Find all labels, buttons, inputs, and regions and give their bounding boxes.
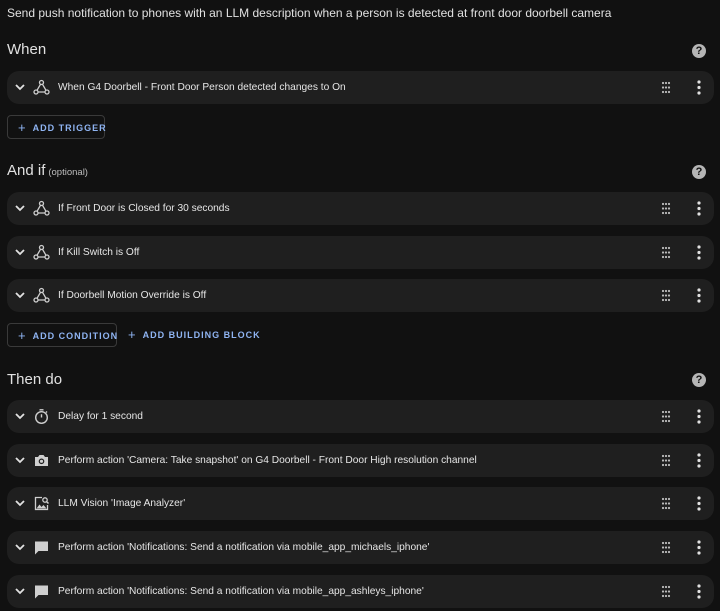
more-vert-icon[interactable] (697, 409, 701, 424)
when-title-text: When (7, 41, 47, 58)
action-row[interactable]: Perform action 'Notifications: Send a no… (7, 575, 714, 608)
more-vert-icon[interactable] (697, 288, 701, 303)
add-building-block-label: ADD BUILDING BLOCK (142, 330, 261, 340)
action-row[interactable]: LLM Vision 'Image Analyzer' (7, 487, 714, 520)
action-label: Delay for 1 second (58, 411, 143, 422)
and-if-help-icon[interactable]: ? (692, 165, 706, 179)
then-do-section-title: Then do (7, 371, 62, 388)
device-icon (33, 244, 50, 261)
message-icon (33, 539, 50, 556)
drag-handle-icon[interactable] (661, 497, 671, 510)
drag-handle-icon[interactable] (661, 410, 671, 423)
action-label: Perform action 'Notifications: Send a no… (58, 542, 430, 553)
message-icon (33, 583, 50, 600)
condition-label: If Kill Switch is Off (58, 247, 140, 258)
action-label: Perform action 'Notifications: Send a no… (58, 586, 424, 597)
drag-handle-icon[interactable] (661, 289, 671, 302)
chevron-down-icon[interactable] (15, 82, 25, 92)
chevron-down-icon[interactable] (15, 290, 25, 300)
action-row[interactable]: Perform action 'Notifications: Send a no… (7, 531, 714, 564)
chevron-down-icon[interactable] (15, 498, 25, 508)
plus-icon: + (128, 327, 137, 342)
camera-icon (33, 452, 50, 469)
chevron-down-icon[interactable] (15, 455, 25, 465)
condition-label: If Front Door is Closed for 30 seconds (58, 203, 230, 214)
more-vert-icon[interactable] (697, 496, 701, 511)
drag-handle-icon[interactable] (661, 541, 671, 554)
more-vert-icon[interactable] (697, 201, 701, 216)
and-if-section-title: And if (optional) (7, 162, 88, 179)
action-row[interactable]: Perform action 'Camera: Take snapshot' o… (7, 444, 714, 477)
chevron-down-icon[interactable] (15, 542, 25, 552)
add-building-block-button[interactable]: + ADD BUILDING BLOCK (128, 323, 261, 347)
action-label: LLM Vision 'Image Analyzer' (58, 498, 186, 509)
more-vert-icon[interactable] (697, 245, 701, 260)
device-icon (33, 79, 50, 96)
trigger-label: When G4 Doorbell - Front Door Person det… (58, 82, 346, 93)
plus-icon: + (18, 328, 27, 343)
device-icon (33, 200, 50, 217)
condition-label: If Doorbell Motion Override is Off (58, 290, 207, 301)
chevron-down-icon[interactable] (15, 586, 25, 596)
more-vert-icon[interactable] (697, 540, 701, 555)
chevron-down-icon[interactable] (15, 411, 25, 421)
condition-row[interactable]: If Doorbell Motion Override is Off (7, 279, 714, 312)
then-do-help-icon[interactable]: ? (692, 373, 706, 387)
when-section-title: When (7, 41, 46, 58)
drag-handle-icon[interactable] (661, 585, 671, 598)
then-do-title-text: Then do (7, 371, 63, 388)
trigger-row[interactable]: When G4 Doorbell - Front Door Person det… (7, 71, 714, 104)
and-if-title-text: And if (7, 162, 46, 179)
condition-row[interactable]: If Kill Switch is Off (7, 236, 714, 269)
image-search-icon (33, 495, 50, 512)
drag-handle-icon[interactable] (661, 81, 671, 94)
add-trigger-label: ADD TRIGGER (32, 123, 107, 133)
when-help-icon[interactable]: ? (692, 44, 706, 58)
optional-label: (optional) (48, 167, 88, 178)
more-vert-icon[interactable] (697, 453, 701, 468)
chevron-down-icon[interactable] (15, 203, 25, 213)
chevron-down-icon[interactable] (15, 247, 25, 257)
more-vert-icon[interactable] (697, 584, 701, 599)
drag-handle-icon[interactable] (661, 246, 671, 259)
condition-row[interactable]: If Front Door is Closed for 30 seconds (7, 192, 714, 225)
add-condition-button[interactable]: + ADD CONDITION (7, 323, 117, 347)
action-row[interactable]: Delay for 1 second (7, 400, 714, 433)
add-trigger-button[interactable]: + ADD TRIGGER (7, 115, 107, 139)
action-label: Perform action 'Camera: Take snapshot' o… (58, 455, 477, 466)
device-icon (33, 287, 50, 304)
drag-handle-icon[interactable] (661, 202, 671, 215)
add-condition-label: ADD CONDITION (32, 331, 119, 341)
more-vert-icon[interactable] (697, 80, 701, 95)
plus-icon: + (18, 120, 27, 135)
drag-handle-icon[interactable] (661, 454, 671, 467)
automation-description: Send push notification to phones with an… (7, 6, 612, 20)
timer-icon (33, 408, 50, 425)
